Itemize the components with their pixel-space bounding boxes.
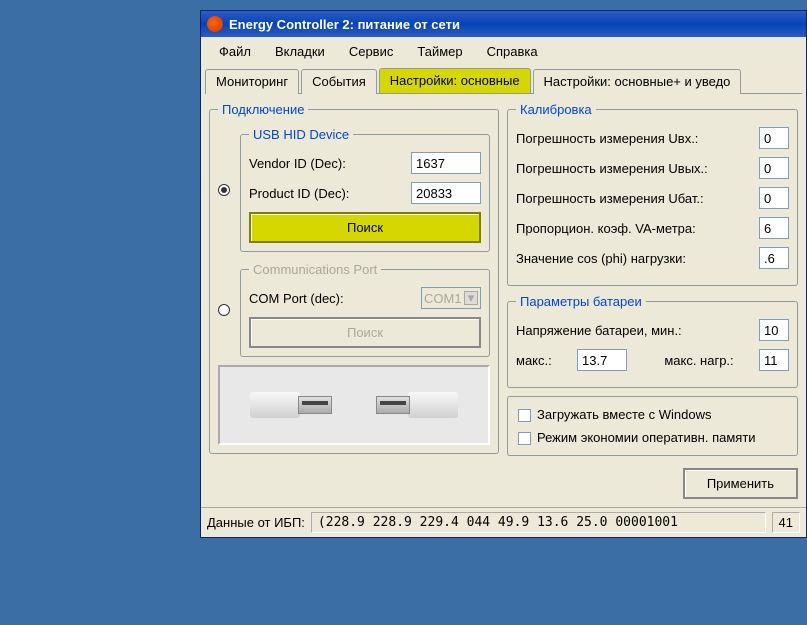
- connection-legend: Подключение: [218, 102, 308, 117]
- lowmem-option[interactable]: Режим экономии оперативн. памяти: [516, 426, 789, 449]
- uout-input[interactable]: [759, 157, 789, 179]
- vendor-input[interactable]: [411, 152, 481, 174]
- menu-service[interactable]: Сервис: [337, 40, 406, 63]
- tab-settings-ext[interactable]: Настройки: основные+ и уведо: [533, 69, 742, 94]
- calibration-group: Калибровка Погрешность измерения Uвх.: П…: [507, 102, 798, 286]
- maxload-label: макс. нагр.:: [664, 353, 733, 368]
- usb-plug-right-icon: [378, 384, 458, 426]
- dropdown-arrow-icon: ▾: [464, 291, 478, 305]
- usb-group: USB HID Device Vendor ID (Dec): Product …: [240, 127, 490, 252]
- connection-group: Подключение USB HID Device Vendor ID (De…: [209, 102, 499, 454]
- ubat-label: Погрешность измерения Uбат.:: [516, 191, 759, 206]
- vmax-label: макс.:: [516, 353, 552, 368]
- va-input[interactable]: [759, 217, 789, 239]
- radio-com[interactable]: [218, 304, 230, 316]
- cos-input[interactable]: [759, 247, 789, 269]
- menu-file[interactable]: Файл: [207, 40, 263, 63]
- cos-label: Значение cos (phi) нагрузки:: [516, 251, 759, 266]
- vmin-input[interactable]: [759, 319, 789, 341]
- app-icon: [207, 16, 223, 32]
- usb-cable-image: [218, 365, 490, 445]
- com-port-select: COM1 ▾: [421, 287, 481, 309]
- product-label: Product ID (Dec):: [249, 186, 411, 201]
- content-area: Подключение USB HID Device Vendor ID (De…: [201, 94, 806, 507]
- lowmem-label: Режим экономии оперативн. памяти: [537, 430, 756, 445]
- battery-legend: Параметры батареи: [516, 294, 646, 309]
- tab-events[interactable]: События: [301, 69, 377, 94]
- titlebar[interactable]: Energy Controller 2: питание от сети: [201, 11, 806, 37]
- tabstrip: Мониторинг События Настройки: основные Н…: [205, 68, 802, 94]
- main-window: Energy Controller 2: питание от сети Фай…: [200, 10, 807, 538]
- vmax-input[interactable]: [577, 349, 627, 371]
- product-input[interactable]: [411, 182, 481, 204]
- vendor-label: Vendor ID (Dec):: [249, 156, 411, 171]
- calibration-legend: Калибровка: [516, 102, 596, 117]
- autostart-option[interactable]: Загружать вместе с Windows: [516, 403, 789, 426]
- uin-label: Погрешность измерения Uвх.:: [516, 131, 759, 146]
- radio-usb[interactable]: [218, 184, 230, 196]
- com-port-label: COM Port (dec):: [249, 291, 421, 306]
- va-label: Пропорцион. коэф. VA-метра:: [516, 221, 759, 236]
- window-title: Energy Controller 2: питание от сети: [229, 17, 460, 32]
- autostart-label: Загружать вместе с Windows: [537, 407, 711, 422]
- maxload-input[interactable]: [759, 349, 789, 371]
- statusbar: Данные от ИБП: (228.9 228.9 229.4 044 49…: [201, 507, 806, 537]
- menu-tabs[interactable]: Вкладки: [263, 40, 337, 63]
- com-port-value: COM1: [424, 291, 462, 306]
- status-data: (228.9 228.9 229.4 044 49.9 13.6 25.0 00…: [311, 512, 766, 533]
- usb-plug-left-icon: [250, 384, 330, 426]
- status-count: 41: [772, 512, 800, 533]
- tab-monitoring[interactable]: Мониторинг: [205, 69, 299, 94]
- menubar: Файл Вкладки Сервис Таймер Справка: [201, 37, 806, 66]
- menu-timer[interactable]: Таймер: [405, 40, 474, 63]
- status-label: Данные от ИБП:: [207, 515, 305, 530]
- ubat-input[interactable]: [759, 187, 789, 209]
- battery-group: Параметры батареи Напряжение батареи, ми…: [507, 294, 798, 388]
- lowmem-checkbox[interactable]: [518, 432, 531, 445]
- menu-help[interactable]: Справка: [475, 40, 550, 63]
- com-search-button: Поиск: [249, 317, 481, 348]
- usb-legend: USB HID Device: [249, 127, 353, 142]
- tab-settings-main[interactable]: Настройки: основные: [379, 68, 531, 93]
- options-group: Загружать вместе с Windows Режим экономи…: [507, 396, 798, 456]
- autostart-checkbox[interactable]: [518, 409, 531, 422]
- uin-input[interactable]: [759, 127, 789, 149]
- com-legend: Communications Port: [249, 262, 381, 277]
- com-group: Communications Port COM Port (dec): COM1…: [240, 262, 490, 357]
- vmin-label: Напряжение батареи, мин.:: [516, 323, 759, 338]
- usb-search-button[interactable]: Поиск: [249, 212, 481, 243]
- uout-label: Погрешность измерения Uвых.:: [516, 161, 759, 176]
- apply-button[interactable]: Применить: [683, 468, 798, 499]
